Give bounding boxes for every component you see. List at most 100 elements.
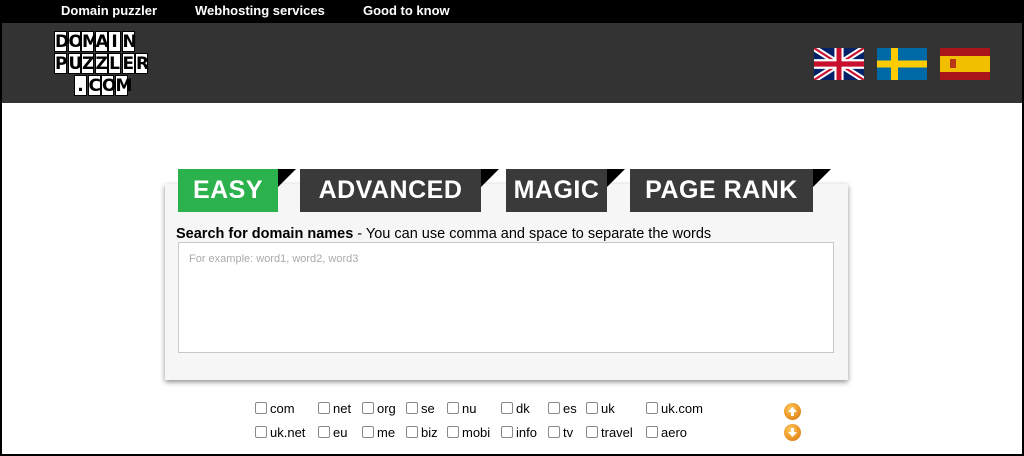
tld-option-me[interactable]: me (362, 424, 395, 440)
logo-letter: Z (81, 53, 95, 74)
nav-webhosting-services[interactable]: Webhosting services (195, 3, 325, 18)
checkbox[interactable] (646, 402, 658, 414)
tab-magic-label: MAGIC (513, 176, 600, 204)
uk-flag-icon[interactable] (814, 48, 864, 80)
logo-letter: Z (94, 53, 108, 74)
logo-letter: D (54, 31, 70, 52)
tab-fold (607, 169, 625, 187)
tld-label: tv (563, 424, 574, 440)
tld-option-eu[interactable]: eu (318, 424, 347, 440)
domain-search-input[interactable] (178, 242, 834, 353)
logo-letter: I (108, 31, 121, 52)
logo-row: .COM (74, 75, 133, 96)
checkbox[interactable] (406, 402, 418, 414)
tld-option-tv[interactable]: tv (548, 424, 573, 440)
checkbox[interactable] (586, 402, 598, 414)
tld-option-dk[interactable]: dk (501, 400, 530, 416)
checkbox[interactable] (548, 426, 560, 438)
sweden-flag-icon[interactable] (877, 48, 927, 80)
checkbox[interactable] (447, 426, 459, 438)
checkbox[interactable] (362, 402, 374, 414)
logo-letter: M (114, 75, 133, 96)
nav-domain-puzzler[interactable]: Domain puzzler (61, 3, 157, 18)
tld-label: com (270, 400, 295, 416)
page: Domain puzzler Webhosting services Good … (2, 0, 1022, 454)
tld-label: uk.com (661, 400, 703, 416)
tld-option-biz[interactable]: biz (406, 424, 438, 440)
checkbox[interactable] (586, 426, 598, 438)
checkbox[interactable] (406, 426, 418, 438)
tld-option-es[interactable]: es (548, 400, 577, 416)
logo-letter: C (87, 75, 101, 96)
arrow-up-icon[interactable] (784, 403, 801, 420)
logo-letter: O (67, 31, 83, 52)
site-header: DOMAINPUZZLER.COM (2, 23, 1022, 103)
tld-option-nu[interactable]: nu (447, 400, 476, 416)
logo-letter: N (121, 31, 137, 52)
search-label-hint: - You can use comma and space to separat… (353, 226, 712, 242)
tld-label: uk (601, 400, 615, 416)
checkbox[interactable] (501, 402, 513, 414)
tld-label: net (333, 400, 352, 416)
tld-label: org (377, 400, 396, 416)
checkbox[interactable] (447, 402, 459, 414)
arrow-down-icon[interactable] (784, 424, 801, 441)
tld-label: info (516, 424, 537, 440)
logo-letter: U (67, 53, 83, 74)
search-label-title: Search for domain names (176, 226, 354, 242)
checkbox[interactable] (255, 402, 267, 414)
tld-option-uk[interactable]: uk (586, 400, 615, 416)
tld-option-uk-com[interactable]: uk.com (646, 400, 703, 416)
logo-letter: R (135, 53, 150, 74)
tld-label: dk (516, 400, 530, 416)
tld-option-se[interactable]: se (406, 400, 435, 416)
tab-easy[interactable]: EASY (178, 169, 296, 212)
nav-good-to-know[interactable]: Good to know (363, 3, 450, 18)
domainpuzzler-logo[interactable]: DOMAINPUZZLER.COM (54, 31, 164, 97)
tab-advanced[interactable]: ADVANCED (300, 169, 499, 212)
logo-letter: O (101, 75, 117, 96)
tld-option-mobi[interactable]: mobi (447, 424, 490, 440)
tld-option-com[interactable]: com (255, 400, 295, 416)
checkbox[interactable] (318, 426, 330, 438)
tld-label: me (377, 424, 396, 440)
tld-option-aero[interactable]: aero (646, 424, 687, 440)
logo-letter: P (54, 53, 68, 74)
checkbox[interactable] (646, 426, 658, 438)
search-label: Search for domain names - You can use co… (176, 226, 711, 242)
checkbox[interactable] (255, 426, 267, 438)
tab-fold (813, 169, 831, 187)
tld-label: es (563, 400, 577, 416)
arrow-up-glyph (788, 407, 797, 416)
logo-row: PUZZLER (54, 53, 149, 74)
checkbox[interactable] (318, 402, 330, 414)
tld-label: se (421, 400, 435, 416)
tld-label: eu (333, 424, 348, 440)
tld-label: uk.net (270, 424, 306, 440)
tld-label: mobi (462, 424, 491, 440)
tld-label: aero (661, 424, 688, 440)
arrow-down-glyph (788, 428, 797, 437)
spain-flag-icon[interactable] (940, 48, 990, 80)
tld-option-org[interactable]: org (362, 400, 396, 416)
tld-label: biz (421, 424, 438, 440)
tab-magic[interactable]: MAGIC (506, 169, 625, 212)
tab-fold (278, 169, 296, 187)
tab-page-rank-label: PAGE RANK (645, 176, 798, 204)
tab-fold (481, 169, 499, 187)
tld-option-uk-net[interactable]: uk.net (255, 424, 305, 440)
tab-easy-label: EASY (192, 176, 264, 204)
tld-label: nu (462, 400, 477, 416)
top-navigation: Domain puzzler Webhosting services Good … (2, 0, 1022, 23)
tld-option-net[interactable]: net (318, 400, 351, 416)
tld-label: travel (601, 424, 633, 440)
checkbox[interactable] (501, 426, 513, 438)
tab-page-rank[interactable]: PAGE RANK (630, 169, 831, 212)
logo-letter: E (121, 53, 135, 74)
tld-option-info[interactable]: info (501, 424, 537, 440)
checkbox[interactable] (362, 426, 374, 438)
logo-letter: A (94, 31, 109, 52)
tab-advanced-label: ADVANCED (318, 176, 463, 204)
checkbox[interactable] (548, 402, 560, 414)
tld-option-travel[interactable]: travel (586, 424, 633, 440)
